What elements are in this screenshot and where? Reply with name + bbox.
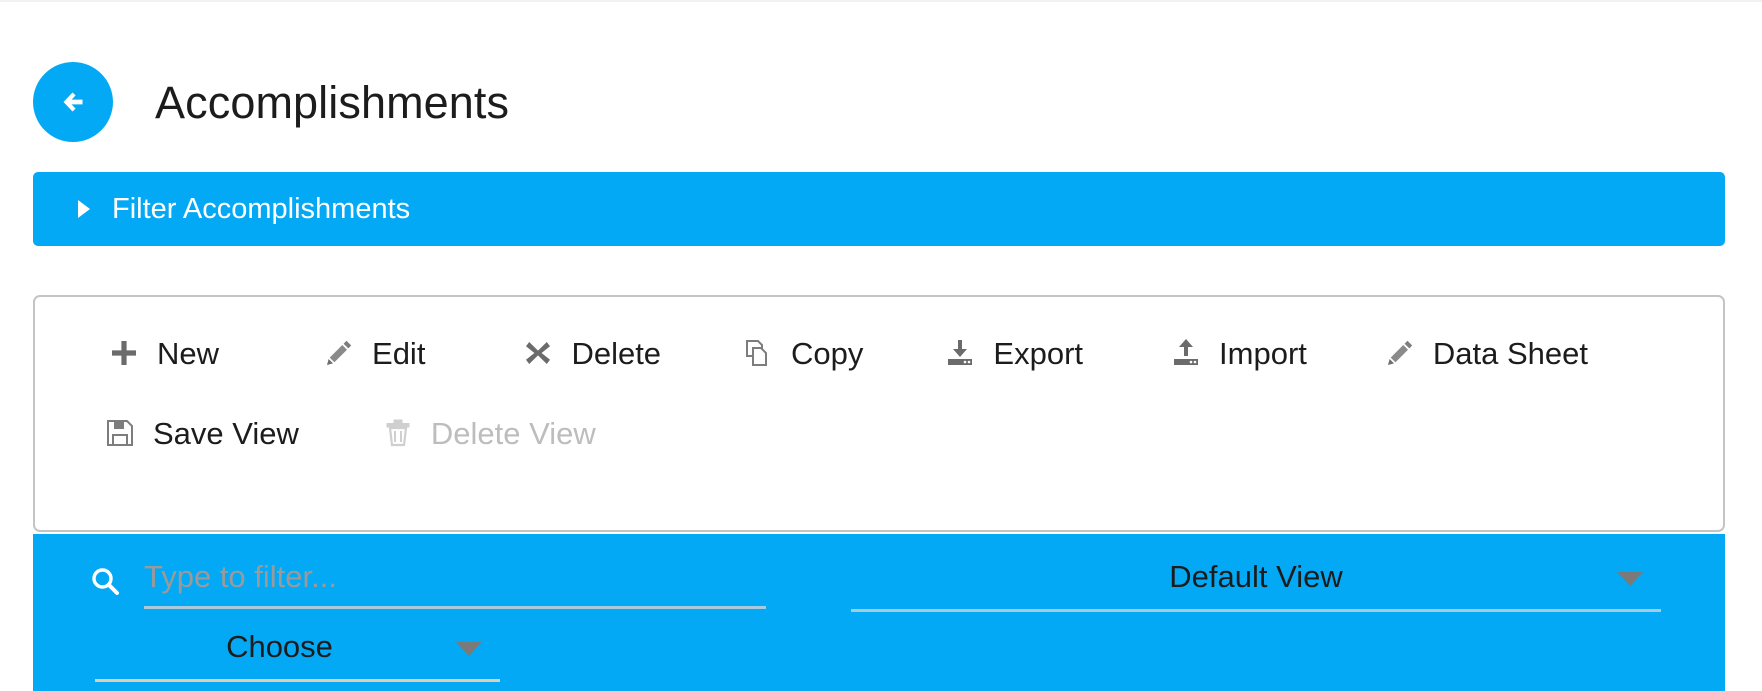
delete-button-label: Delete [571,335,662,371]
triangle-right-icon [78,200,90,218]
toolbar-row-secondary: Save View Delete View [35,393,1723,473]
choose-select-dropdown[interactable]: Choose [95,620,500,682]
filter-bar-label: Filter Accomplishments [112,192,411,225]
pencil-icon [1383,336,1417,370]
upload-icon [1169,336,1203,370]
filter-accomplishments-bar[interactable]: Filter Accomplishments [33,172,1725,246]
pencil-icon [322,336,356,370]
new-button-label: New [157,335,220,371]
import-button[interactable]: Import [1169,336,1307,370]
view-select-dropdown[interactable]: Default View [851,550,1661,612]
back-button[interactable] [33,62,113,142]
delete-view-button[interactable]: Delete View [381,416,596,450]
edit-button[interactable]: Edit [322,336,425,370]
toolbar-row-primary: New Edit Delete Copy Export Import Data … [35,313,1723,393]
choose-select-value: Choose [226,629,333,664]
view-select-value: Default View [1169,559,1343,594]
search-and-view-bar: Default View Choose [33,534,1725,691]
search-input[interactable] [144,553,766,609]
page-header: Accomplishments [0,60,1762,144]
copy-button[interactable]: Copy [741,336,863,370]
copy-icon [741,336,775,370]
import-button-label: Import [1219,335,1307,371]
arrow-left-icon [53,82,93,122]
delete-button[interactable]: Delete [521,336,661,370]
download-icon [943,336,977,370]
data-sheet-button-label: Data Sheet [1432,335,1588,371]
floppy-disk-icon [103,416,137,450]
page-title: Accomplishments [155,76,510,128]
search-field-group [88,550,813,612]
new-button[interactable]: New [107,336,219,370]
toolbar-card: New Edit Delete Copy Export Import Data … [33,295,1725,532]
chevron-down-icon [1617,572,1643,586]
edit-button-label: Edit [372,335,426,371]
copy-button-label: Copy [791,335,864,371]
close-x-icon [521,336,555,370]
accomplishments-page: Accomplishments Filter Accomplishments N… [0,0,1762,691]
search-icon [88,564,122,598]
data-sheet-button[interactable]: Data Sheet [1383,336,1588,370]
save-view-button[interactable]: Save View [103,416,299,450]
export-button-label: Export [993,335,1084,371]
trash-icon [381,416,415,450]
chevron-down-icon [456,642,482,656]
save-view-button-label: Save View [153,415,299,451]
delete-view-button-label: Delete View [430,415,596,451]
plus-icon [107,336,141,370]
export-button[interactable]: Export [943,336,1083,370]
